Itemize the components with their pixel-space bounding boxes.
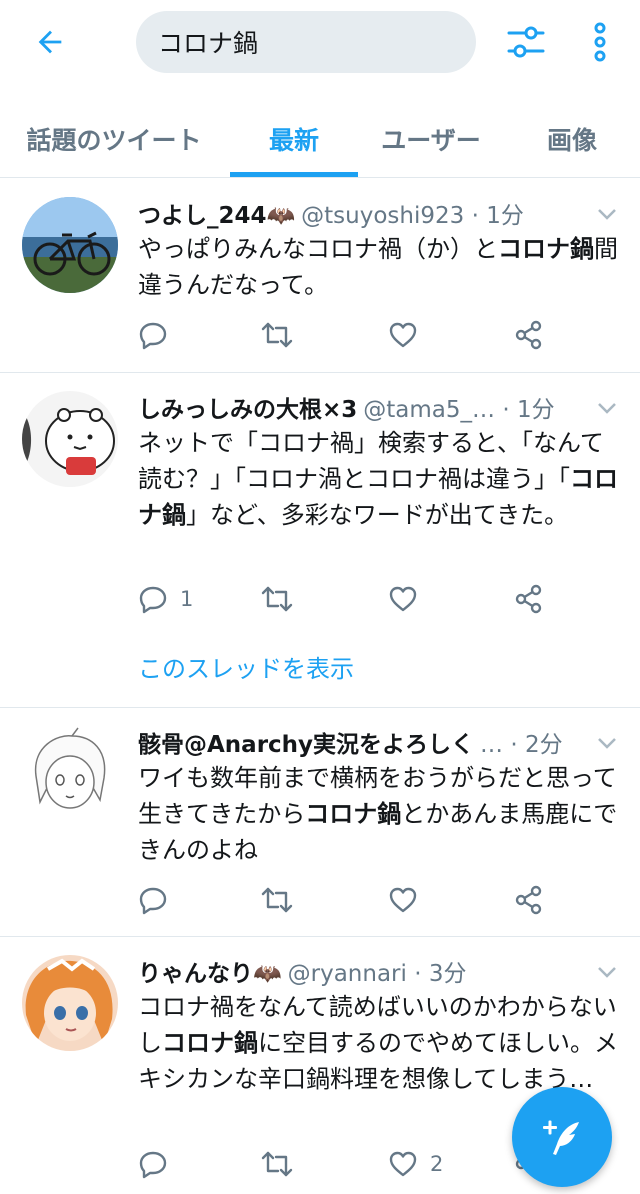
chevron-down-icon[interactable] — [596, 961, 618, 983]
compose-tweet-button[interactable] — [512, 1087, 612, 1187]
tweet-actions: 1 — [138, 579, 558, 619]
reply-button[interactable]: 1 — [138, 579, 193, 619]
retweet-icon — [261, 1151, 293, 1177]
reply-icon — [139, 586, 167, 614]
reply-icon — [139, 322, 167, 350]
chevron-down-icon[interactable] — [596, 203, 618, 225]
tab-photos[interactable]: 画像 — [530, 100, 614, 178]
tweet-header: つよし_244🦇 @tsuyoshi923 · 1分 — [138, 196, 590, 230]
avatar[interactable] — [22, 726, 118, 822]
avatar[interactable] — [22, 955, 118, 1051]
more-vertical-icon — [594, 22, 606, 62]
share-icon — [515, 584, 542, 614]
search-input[interactable]: コロナ鍋 — [136, 11, 476, 73]
retweet-icon — [261, 887, 293, 913]
tweet-text: ワイも数年前まで横柄をおうがらだと思って生きてきたからコロナ鍋とかあんま馬鹿にで… — [138, 764, 618, 864]
like-button[interactable]: 2 — [388, 1144, 443, 1184]
tweet-text: ネットで「コロナ禍」検索すると、「なんて読む？」「コロナ渦とコロナ禍は違う」「コ… — [138, 429, 618, 529]
retweet-button[interactable] — [260, 1144, 294, 1184]
share-button[interactable] — [514, 579, 544, 619]
share-button[interactable] — [514, 315, 544, 355]
back-arrow-icon — [38, 30, 62, 54]
heart-icon — [389, 887, 417, 913]
retweet-button[interactable] — [260, 315, 294, 355]
handle-and-time: … · 2分 — [480, 732, 563, 758]
more-options-button[interactable] — [580, 20, 620, 64]
filter-sliders-icon — [507, 26, 545, 58]
reply-icon — [139, 887, 167, 915]
tweet-actions — [138, 315, 558, 355]
display-name[interactable]: しみっしみの大根×3 — [138, 390, 357, 424]
tweet-header: しみっしみの大根×3 @tama5_… · 1分 — [138, 390, 590, 424]
display-name[interactable]: りゃんなり🦇 — [138, 954, 282, 988]
retweet-button[interactable] — [260, 579, 294, 619]
display-name[interactable]: 骸骨@Anarchy実況をよろしく — [138, 725, 474, 759]
tweet-text: コロナ禍をなんて読めばいいのかわからないしコロナ鍋に空目するのでやめてほしい。メ… — [138, 993, 618, 1093]
share-button[interactable] — [514, 880, 544, 920]
heart-icon — [389, 586, 417, 612]
top-bar: コロナ鍋 — [0, 0, 640, 88]
handle-and-time: @tsuyoshi923 · 1分 — [301, 203, 524, 229]
tweet-item[interactable]: しみっしみの大根×3 @tama5_… · 1分 ネットで「コロナ禍」検索すると… — [0, 373, 640, 708]
tweet-actions: 2 — [138, 1144, 558, 1184]
like-count: 2 — [430, 1152, 444, 1176]
active-tab-indicator — [230, 172, 358, 177]
like-button[interactable] — [388, 579, 430, 619]
avatar[interactable] — [22, 197, 118, 293]
compose-tweet-icon — [543, 1120, 579, 1155]
tab-top[interactable]: 話題のツイート — [14, 100, 214, 178]
heart-icon — [389, 322, 417, 348]
display-name[interactable]: つよし_244🦇 — [138, 196, 295, 230]
tweet-item[interactable]: 骸骨@Anarchy実況をよろしく … · 2分 ワイも数年前まで横柄をおうがら… — [0, 708, 640, 937]
like-button[interactable] — [388, 880, 430, 920]
tweet-header: 骸骨@Anarchy実況をよろしく … · 2分 — [138, 725, 590, 759]
share-icon — [515, 885, 542, 915]
tweet-header: りゃんなり🦇 @ryannari · 3分 — [138, 954, 590, 988]
search-tabs: 話題のツイート 最新 ユーザー 画像 — [0, 100, 640, 178]
show-thread-link[interactable]: このスレッドを表示 — [138, 649, 354, 684]
retweet-button[interactable] — [260, 880, 294, 920]
retweet-icon — [261, 322, 293, 348]
search-query-text: コロナ鍋 — [158, 29, 259, 58]
tab-people[interactable]: ユーザー — [368, 100, 494, 178]
avatar[interactable] — [22, 391, 118, 487]
chevron-down-icon[interactable] — [596, 397, 618, 419]
reply-button[interactable] — [138, 315, 180, 355]
reply-count: 1 — [180, 587, 194, 611]
share-icon — [515, 320, 542, 350]
tweet-actions — [138, 880, 558, 920]
tab-latest[interactable]: 最新 — [230, 100, 358, 178]
like-button[interactable] — [388, 315, 430, 355]
reply-button[interactable] — [138, 1144, 180, 1184]
heart-icon — [389, 1151, 417, 1177]
reply-button[interactable] — [138, 880, 180, 920]
retweet-icon — [261, 586, 293, 612]
handle-and-time: @ryannari · 3分 — [287, 961, 467, 987]
chevron-down-icon[interactable] — [596, 732, 618, 754]
tweet-text: やっぱりみんなコロナ禍（か）とコロナ鍋間違うんだなって。 — [138, 235, 618, 299]
handle-and-time: @tama5_… · 1分 — [363, 397, 555, 423]
reply-icon — [139, 1151, 167, 1179]
search-filter-button[interactable] — [502, 20, 550, 64]
tweet-item[interactable]: つよし_244🦇 @tsuyoshi923 · 1分 やっぱりみんなコロナ禍（か… — [0, 179, 640, 373]
back-button[interactable] — [26, 20, 74, 64]
